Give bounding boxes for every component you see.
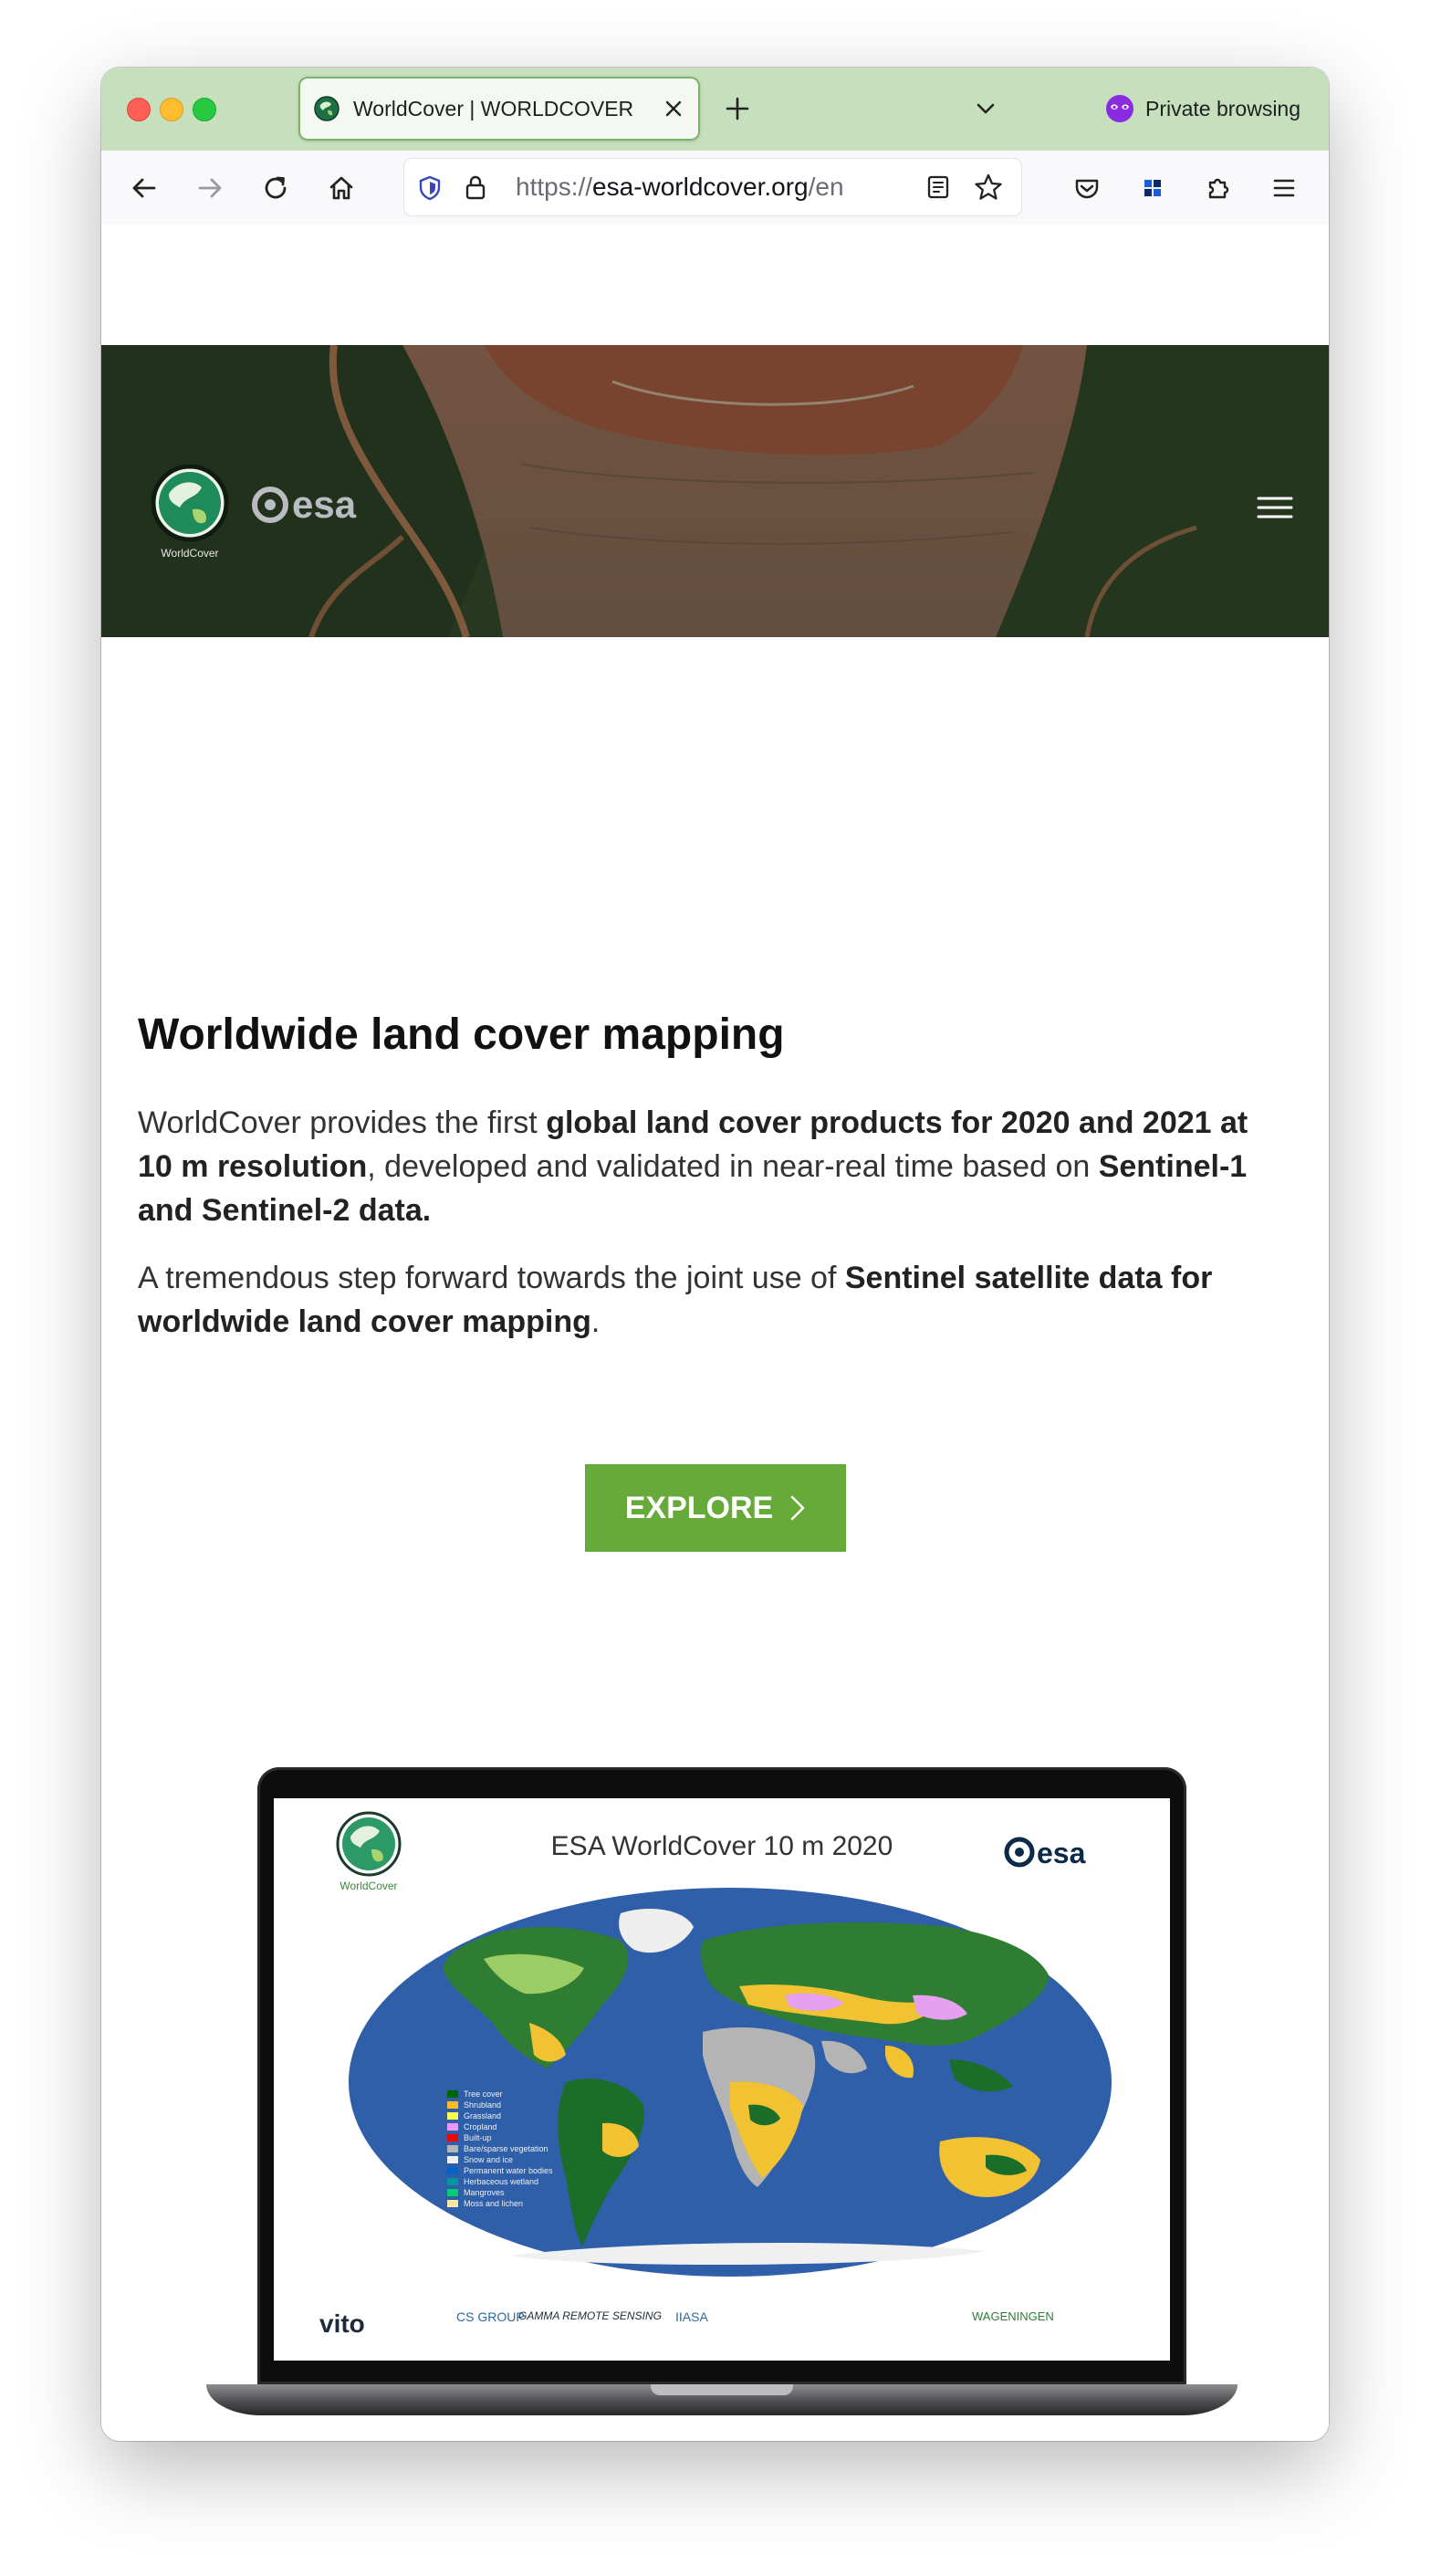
lock-icon[interactable] [463,173,488,202]
legend-swatch [447,2189,458,2196]
legend-item: Cropland [447,2121,553,2132]
legend-label: Permanent water bodies [464,2166,553,2175]
chevron-down-icon[interactable] [972,95,999,122]
tab-bar: WorldCover | WORLDCOVER Private browsing [101,68,1329,151]
map-esa-logo: esa [1004,1837,1086,1869]
explore-label: EXPLORE [624,1490,774,1525]
private-browsing-label: Private browsing [1145,97,1301,120]
map-legend: Tree cover Shrubland Grassland Cropland Buil… [447,2089,553,2209]
reader-view-icon[interactable] [924,173,952,201]
browser-window: WorldCover | WORLDCOVER Private browsing [101,68,1329,2441]
partner-csgroup: CS GROUP [456,2309,525,2324]
zoom-window-button[interactable] [193,98,216,121]
laptop-notch [651,2384,793,2395]
new-tab-icon[interactable] [722,93,753,124]
url-host: esa-worldcover.org [592,173,809,201]
world-landcover-map [349,1888,1112,2277]
legend-label: Cropland [464,2122,497,2131]
legend-label: Snow and ice [464,2155,514,2164]
legend-label: Shrubland [464,2100,502,2110]
map-esa-text: esa [1037,1837,1086,1869]
tracking-protection-shield-icon[interactable] [417,174,443,202]
detail-paragraph: A tremendous step forward towards the jo… [138,1256,1288,1344]
partner-iiasa: IIASA [675,2309,708,2324]
legend-swatch [447,2167,458,2174]
page-headline: Worldwide land cover mapping [138,1011,785,1059]
pocket-icon[interactable] [1070,171,1104,205]
legend-item: Snow and ice [447,2154,553,2165]
legend-swatch [447,2123,458,2131]
legend-swatch [447,2145,458,2152]
chevron-right-icon [790,1495,805,1521]
legend-label: Grassland [464,2111,502,2120]
legend-item: Built-up [447,2132,553,2143]
reload-icon[interactable] [258,171,293,205]
legend-item: Herbaceous wetland [447,2176,553,2187]
legend-item: Mangroves [447,2187,553,2198]
legend-item: Bare/sparse vegetation [447,2143,553,2154]
laptop-screen: WorldCover ESA WorldCover 10 m 2020 esa [274,1798,1170,2361]
worldcover-favicon-icon [314,96,339,121]
partner-vito: vito [319,2309,365,2338]
extension-bitwarden-icon[interactable] [1135,171,1170,205]
legend-swatch [447,2156,458,2163]
address-bar[interactable]: https://esa-worldcover.org/en [404,159,1021,215]
tab-worldcover[interactable]: WorldCover | WORLDCOVER [298,77,700,141]
legend-label: Moss and lichen [464,2199,524,2208]
legend-item: Permanent water bodies [447,2165,553,2176]
legend-swatch [447,2101,458,2109]
back-arrow-icon[interactable] [127,171,162,205]
hero-banner: WorldCover esa [101,345,1329,637]
page-content: WorldCover esa Worldwide land cover mapp… [101,225,1329,2441]
partner-gamma: GAMMA REMOTE SENSING [518,2309,662,2322]
legend-label: Built-up [464,2133,492,2142]
intro-text-1: WorldCover provides the first [138,1105,547,1140]
forward-arrow-icon[interactable] [193,171,227,205]
legend-swatch [447,2134,458,2141]
intro-paragraph: WorldCover provides the first global lan… [138,1101,1288,1232]
laptop-lid: WorldCover ESA WorldCover 10 m 2020 esa [257,1767,1186,2384]
detail-text-1: A tremendous step forward towards the jo… [138,1261,845,1295]
worldcover-logo-text: WorldCover [161,547,218,560]
legend-swatch [447,2200,458,2207]
intro-text-2: , developed and validated in near-real t… [367,1149,1099,1184]
url-text[interactable]: https://esa-worldcover.org/en [516,159,844,215]
navigation-toolbar: https://esa-worldcover.org/en [101,151,1329,225]
legend-swatch [447,2112,458,2120]
detail-text-2: . [590,1304,601,1339]
bookmark-star-icon[interactable] [973,172,1004,203]
tab-title: WorldCover | WORLDCOVER [353,97,634,120]
menu-hamburger-icon[interactable] [1267,171,1301,205]
esa-logo: esa [252,483,357,526]
legend-item: Tree cover [447,2089,553,2100]
url-path: /en [808,173,844,201]
worldcover-logo: WorldCover [151,464,229,560]
extensions-puzzle-icon[interactable] [1201,171,1236,205]
legend-item: Shrubland [447,2100,553,2110]
url-scheme: https:// [516,173,593,201]
legend-label: Tree cover [464,2089,503,2099]
legend-label: Herbaceous wetland [464,2177,539,2186]
site-menu-icon[interactable] [1257,495,1293,520]
partner-wageningen: WAGENINGEN [972,2309,1054,2323]
legend-swatch [447,2178,458,2185]
legend-item: Grassland [447,2110,553,2121]
laptop-mockup: WorldCover ESA WorldCover 10 m 2020 esa [206,1767,1238,2441]
partner-logos: vito CS GROUP GAMMA REMOTE SENSING IIASA… [274,2299,1170,2353]
home-icon[interactable] [324,171,359,205]
legend-label: Mangroves [464,2188,505,2197]
explore-button[interactable]: EXPLORE [585,1464,846,1552]
minimize-window-button[interactable] [160,98,183,121]
legend-item: Moss and lichen [447,2198,553,2209]
close-tab-icon[interactable] [662,97,685,120]
legend-swatch [447,2090,458,2098]
close-window-button[interactable] [127,98,151,121]
private-browsing-icon [1106,95,1133,122]
legend-label: Bare/sparse vegetation [464,2144,548,2153]
esa-logo-text: esa [292,483,357,526]
